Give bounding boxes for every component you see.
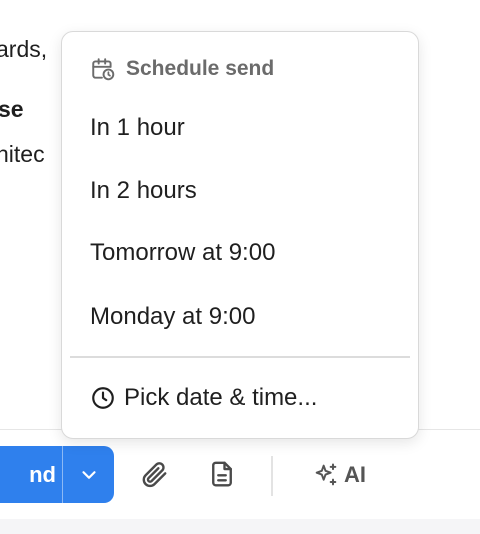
pick-date-time-label: Pick date & time...: [124, 384, 318, 411]
ai-button[interactable]: AI: [312, 458, 366, 492]
calendar-clock-icon: [92, 58, 115, 81]
schedule-option-monday[interactable]: Monday at 9:00: [90, 297, 255, 337]
email-body-line-2: se: [0, 96, 24, 122]
sparkles-icon: [315, 463, 337, 486]
paperclip-icon: [142, 462, 167, 488]
chevron-down-icon: [81, 470, 96, 479]
schedule-send-menu: Schedule send In 1 hour In 2 hours Tomor…: [61, 31, 419, 439]
send-button-group: nd: [0, 446, 114, 503]
send-button[interactable]: nd: [0, 446, 62, 503]
schedule-option-tomorrow[interactable]: Tomorrow at 9:00: [90, 233, 275, 273]
schedule-option-1h[interactable]: In 1 hour: [90, 108, 185, 148]
toolbar-separator: [271, 456, 273, 496]
email-body-line-3: hitec: [0, 141, 45, 167]
pick-date-time-option[interactable]: Pick date & time...: [90, 378, 317, 418]
ai-button-label: AI: [344, 462, 366, 487]
send-button-label: nd: [29, 461, 56, 487]
menu-divider: [70, 356, 410, 358]
bottom-strip: [0, 519, 480, 534]
schedule-send-title: Schedule send: [126, 57, 275, 80]
template-button[interactable]: [206, 458, 238, 490]
clock-icon: [92, 387, 114, 409]
schedule-option-2h[interactable]: In 2 hours: [90, 171, 197, 211]
schedule-send-header: Schedule send: [90, 54, 274, 84]
document-icon: [212, 461, 232, 487]
compose-window: ards, se hitec nd AI Schedule send In 1 …: [0, 0, 480, 534]
schedule-send-toggle[interactable]: [63, 446, 114, 503]
email-body-line-1: ards,: [0, 36, 48, 62]
attach-button[interactable]: [138, 458, 170, 490]
